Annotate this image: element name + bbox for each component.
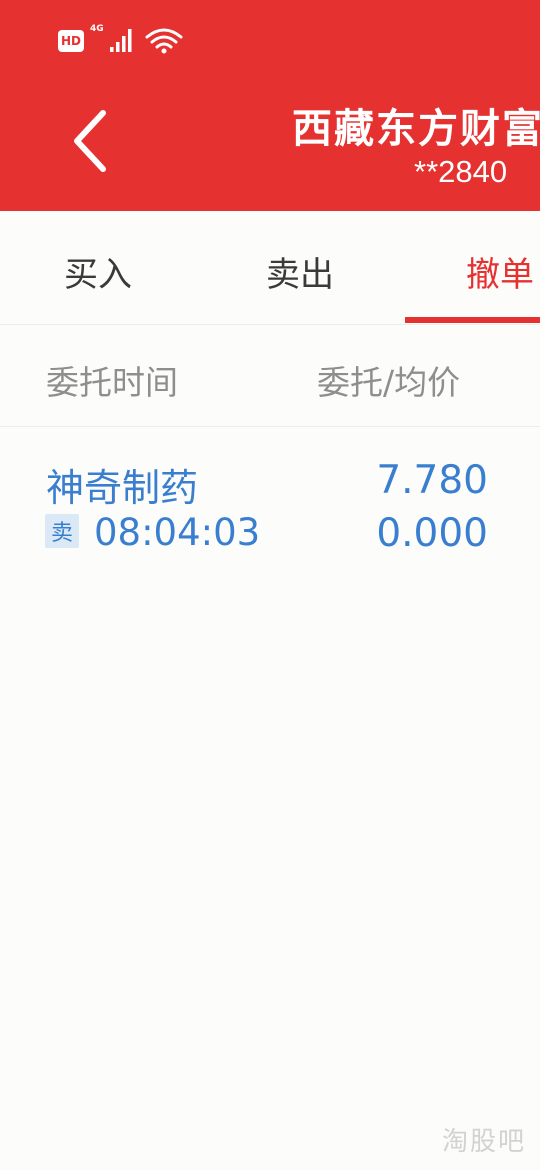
account-name: 西藏东方财富 [292, 106, 540, 152]
column-header: 委托时间 委托/均价 [0, 325, 540, 427]
column-order-price: 委托/均价 [317, 363, 461, 402]
order-side-badge: 卖 [45, 514, 79, 548]
order-row[interactable]: 神奇制药 卖 08:04:03 7.780 0.000 [0, 427, 540, 567]
order-time: 08:04:03 [94, 511, 261, 554]
cellular-signal-icon: 4G [90, 24, 138, 54]
column-order-time: 委托时间 [46, 363, 178, 402]
tab-buy[interactable]: 买入 [64, 247, 132, 296]
tab-cancel-order[interactable]: 撤单 [466, 247, 534, 296]
back-button[interactable] [58, 104, 122, 178]
order-price: 7.780 [376, 458, 488, 503]
trade-tabs: 买入 卖出 撤单 [0, 211, 540, 325]
stock-name: 神奇制药 [46, 466, 199, 510]
status-bar: HD 4G [58, 22, 184, 54]
chevron-left-icon [74, 110, 106, 172]
account-number: **2840 [414, 154, 508, 189]
tab-sell[interactable]: 卖出 [266, 247, 334, 296]
average-price: 0.000 [376, 511, 488, 556]
watermark: 淘股吧 [441, 1127, 526, 1157]
app-header: HD 4G 西藏东方财富 **2840 [0, 0, 540, 211]
hd-badge: HD [58, 30, 84, 52]
active-tab-indicator [405, 317, 540, 323]
wifi-icon [144, 24, 184, 54]
